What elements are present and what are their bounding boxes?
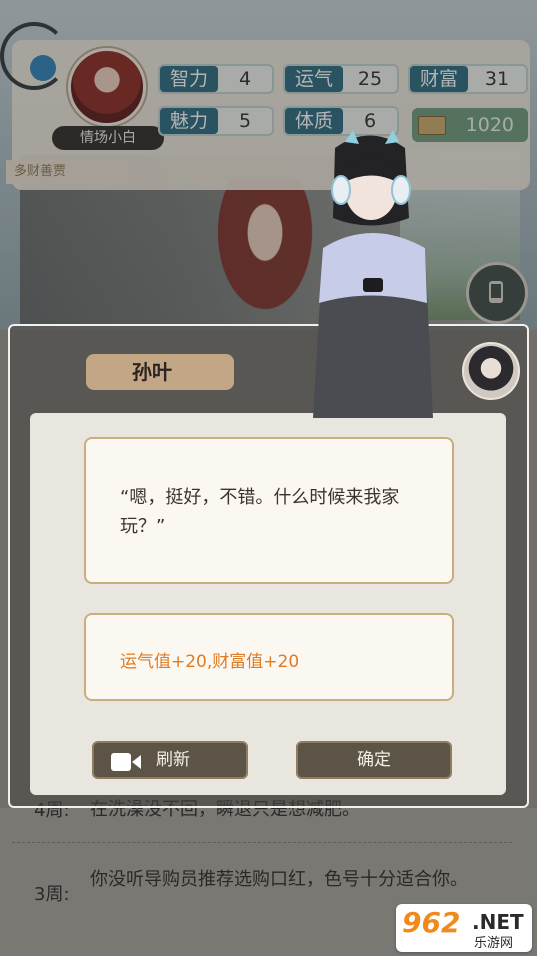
quote-box: “嗯，挺好，不错。什么时候来我家玩？” [84, 437, 454, 584]
character-avatar [462, 342, 520, 400]
refresh-label: 刷新 [156, 750, 190, 770]
reward-box: 运气值+20,财富值+20 [84, 613, 454, 701]
watermark-subtitle: 乐游网 [474, 936, 514, 951]
speaker-name: 孙叶 [86, 354, 234, 390]
site-watermark: 962 .NET 乐游网 [396, 904, 532, 952]
confirm-button[interactable]: 确定 [296, 741, 452, 779]
watermark-suffix: .NET [472, 910, 524, 934]
refresh-button[interactable]: 刷新 [92, 741, 248, 779]
watermark-brand: 962 [402, 906, 461, 939]
confirm-label: 确定 [357, 750, 391, 770]
dialog-quote: “嗯，挺好，不错。什么时候来我家玩？” [120, 487, 400, 537]
video-camera-icon [111, 753, 141, 771]
reward-text: 运气值+20,财富值+20 [120, 652, 300, 672]
character-sprite [313, 130, 433, 418]
